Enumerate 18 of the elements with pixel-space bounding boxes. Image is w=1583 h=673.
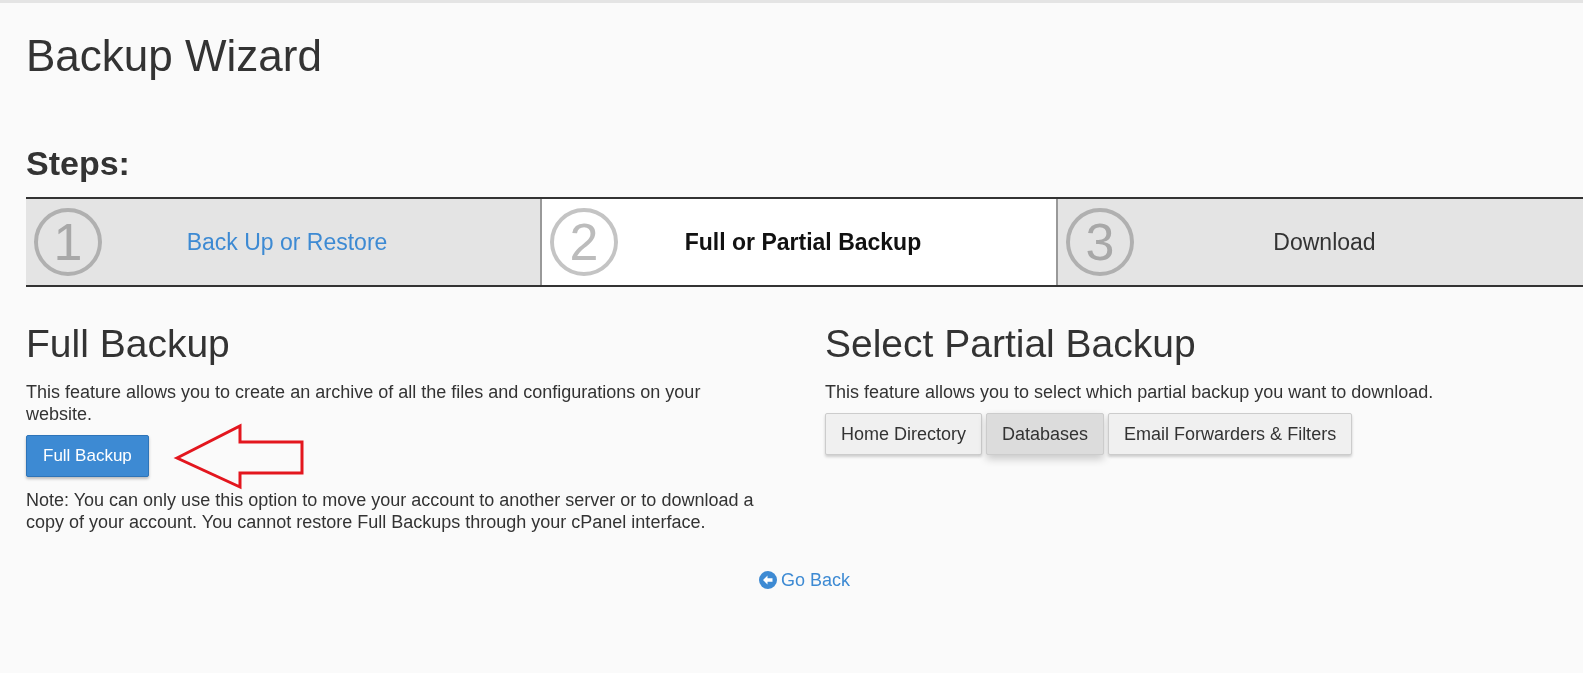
full-backup-button[interactable]: Full Backup <box>26 435 149 477</box>
steps-heading: Steps: <box>26 143 131 183</box>
step-label: Download <box>1273 228 1376 256</box>
partial-backup-button[interactable]: Home Directory <box>825 413 983 455</box>
go-back-link[interactable]: Go Back <box>759 569 850 591</box>
step-number: 3 <box>1066 208 1134 276</box>
section-heading: Select Partial Backup <box>825 321 1197 367</box>
partial-backup-button[interactable]: Email Forwarders & Filters <box>1108 413 1353 455</box>
page-title: Backup Wizard <box>26 30 323 82</box>
partial-backup-button[interactable]: Databases <box>986 413 1105 455</box>
arrow-circle-left-icon <box>759 571 777 589</box>
section-heading: Full Backup <box>26 321 231 367</box>
step-number: 1 <box>34 208 102 276</box>
step-label: Full or Partial Backup <box>684 228 922 256</box>
note-text: Note: You can only use this option to move your account to another server or to download a copy of your account. You cannot restore Full Backups through your cPanel interface. <box>26 489 755 533</box>
section-description: This feature allows you to select which partial backup you want to download. <box>825 381 1435 403</box>
step-number: 2 <box>550 208 618 276</box>
section-description: This feature allows you to create an archive of all the files and configurations on your website. <box>26 381 702 425</box>
